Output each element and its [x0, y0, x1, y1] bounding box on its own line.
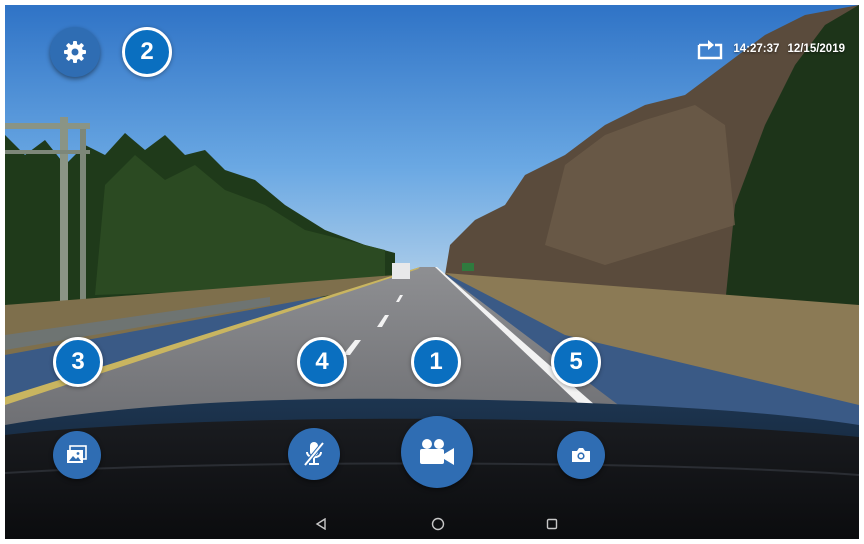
back-button[interactable]: [311, 514, 331, 534]
home-button[interactable]: [428, 514, 448, 534]
mic-muted-icon: [303, 441, 325, 467]
camera-icon: [572, 448, 590, 462]
video-camera-icon: [420, 439, 454, 465]
current-date: 12/15/2019: [787, 43, 845, 55]
callout-1: 1: [411, 337, 461, 387]
gallery-icon: [67, 445, 87, 463]
callout-3: 3: [53, 337, 103, 387]
road-sign: [462, 263, 474, 271]
truck: [392, 263, 410, 279]
callout-2: 2: [122, 27, 172, 77]
back-triangle-icon: [315, 518, 326, 530]
recents-square-icon: [546, 518, 558, 530]
recents-button[interactable]: [542, 514, 562, 534]
settings-button[interactable]: [50, 27, 100, 77]
gallery-button[interactable]: [53, 431, 101, 479]
rotate-screen-icon[interactable]: [695, 37, 725, 61]
sign-pole: [60, 117, 68, 327]
record-button[interactable]: [401, 416, 473, 488]
system-navigation-bar: [5, 509, 859, 539]
callout-5: 5: [551, 337, 601, 387]
snapshot-button[interactable]: [557, 431, 605, 479]
callout-4: 4: [297, 337, 347, 387]
home-circle-icon: [431, 517, 445, 531]
camera-viewport: 14:27:37 12/15/2019 2 3 4 1 5: [5, 5, 859, 539]
status-bar: 14:27:37 12/15/2019: [695, 35, 845, 63]
current-time: 14:27:37: [733, 43, 780, 55]
mic-mute-button[interactable]: [288, 428, 340, 480]
gear-icon: [64, 41, 86, 63]
